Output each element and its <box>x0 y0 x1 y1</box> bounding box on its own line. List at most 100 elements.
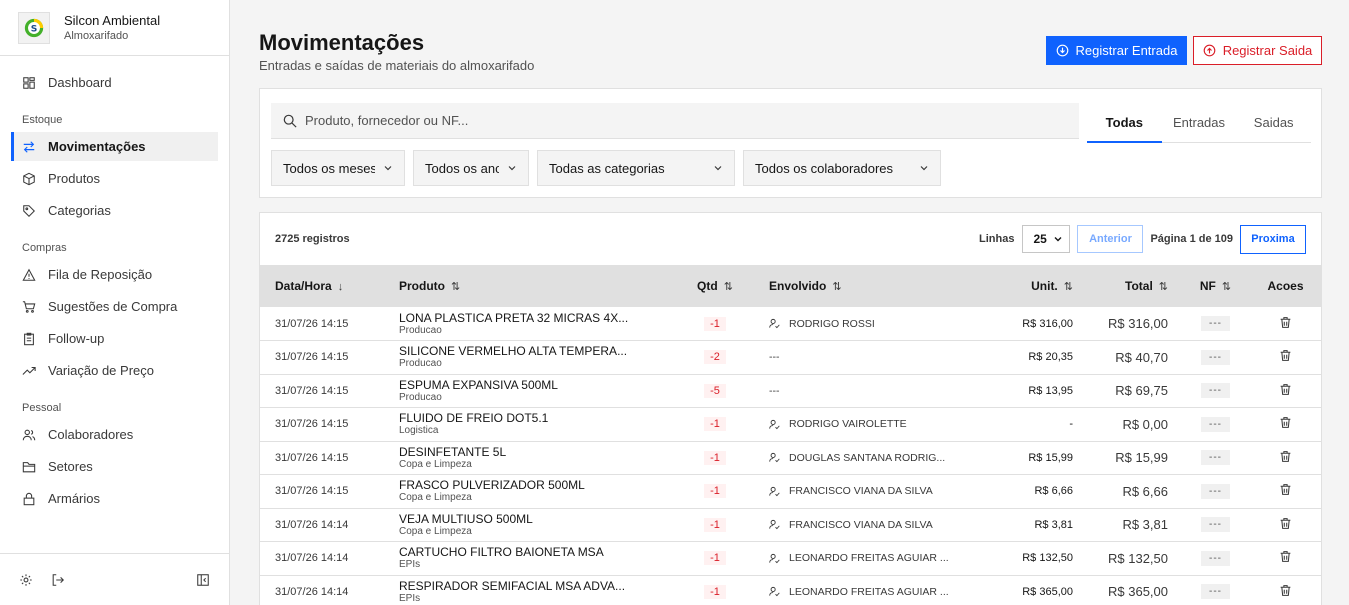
person-name: LEONARDO FREITAS AGUIAR ... <box>789 552 949 565</box>
nf-badge: --- <box>1201 450 1230 466</box>
trash-icon[interactable] <box>1279 550 1292 563</box>
sidebar-item-movimentacoes[interactable]: Movimentações <box>11 132 218 161</box>
folder-icon <box>22 460 36 474</box>
tab-saidas[interactable]: Saidas <box>1236 103 1311 142</box>
cell-nf: --- <box>1183 307 1248 341</box>
product-name: ESPUMA EXPANSIVA 500ML <box>399 377 558 392</box>
sidebar-item-produtos[interactable]: Produtos <box>11 164 218 193</box>
trash-icon[interactable] <box>1279 450 1292 463</box>
trash-icon[interactable] <box>1279 349 1292 362</box>
sidebar-item-colaboradores[interactable]: Colaboradores <box>11 420 218 449</box>
previous-page-button[interactable]: Anterior <box>1077 225 1144 253</box>
col-envolvido[interactable]: Envolvido ⇅ <box>754 265 960 307</box>
table-row: 31/07/26 14:15 FRASCO PULVERIZADOR 500ML… <box>260 474 1321 509</box>
col-acoes: Acoes <box>1248 265 1321 307</box>
cell-date: 31/07/26 14:15 <box>260 441 384 475</box>
col-total[interactable]: Total ⇅ <box>1088 265 1183 307</box>
cell-actions <box>1248 575 1321 605</box>
trash-icon[interactable] <box>1279 584 1292 597</box>
product-name: FLUIDO DE FREIO DOT5.1 <box>399 411 549 426</box>
sidebar-item-label: Categorias <box>48 203 111 218</box>
chevron-down-icon <box>714 166 722 171</box>
person-name: RODRIGO VAIROLETTE <box>789 418 907 431</box>
sidebar-item-categorias[interactable]: Categorias <box>11 196 218 225</box>
registrar-entrada-button[interactable]: Registrar Entrada <box>1046 36 1187 65</box>
logout-icon[interactable] <box>50 572 66 588</box>
cell-unit: R$ 13,95 <box>960 374 1088 408</box>
cell-qtd: -1 <box>676 307 754 341</box>
sidebar-item-follow-up[interactable]: Follow-up <box>11 324 218 353</box>
year-select[interactable]: Todos os anos <box>413 150 529 186</box>
next-page-button[interactable]: Proxima <box>1240 224 1306 254</box>
trash-icon[interactable] <box>1279 316 1292 329</box>
product-name: FRASCO PULVERIZADOR 500ML <box>399 478 585 493</box>
category-select[interactable]: Todas as categorias <box>537 150 735 186</box>
trash-icon[interactable] <box>1279 517 1292 530</box>
cell-date: 31/07/26 14:15 <box>260 307 384 341</box>
product-category: Producao <box>399 324 442 336</box>
search-icon <box>283 114 297 128</box>
cell-product: CARTUCHO FILTRO BAIONETA MSA EPIs <box>384 541 676 576</box>
collapse-icon[interactable] <box>195 572 211 588</box>
collaborator-select[interactable]: Todos os colaboradores <box>743 150 941 186</box>
month-select-value: Todos os meses <box>283 160 375 176</box>
cell-person: DOUGLAS SANTANA RODRIG... <box>754 441 960 475</box>
col-qtd[interactable]: Qtd ⇅ <box>676 265 754 307</box>
main-content: Movimentações Entradas e saídas de mater… <box>230 0 1349 605</box>
cell-unit: R$ 365,00 <box>960 575 1088 605</box>
table-row: 31/07/26 14:15 SILICONE VERMELHO ALTA TE… <box>260 340 1321 375</box>
collaborator-select-value: Todos os colaboradores <box>755 160 894 176</box>
person-name: RODRIGO ROSSI <box>789 317 875 330</box>
product-name: RESPIRADOR SEMIFACIAL MSA ADVA... <box>399 578 626 593</box>
box-icon <box>22 172 36 186</box>
cell-total: R$ 69,75 <box>1088 374 1183 408</box>
qtd-badge: -1 <box>704 316 726 331</box>
sidebar-item-label: Colaboradores <box>48 427 134 442</box>
person-name: --- <box>769 384 780 397</box>
month-select[interactable]: Todos os meses <box>271 150 405 186</box>
table-row: 31/07/26 14:15 DESINFETANTE 5L Copa e Li… <box>260 441 1321 475</box>
tab-todas[interactable]: Todas <box>1087 103 1162 143</box>
col-unit[interactable]: Unit. ⇅ <box>960 265 1088 307</box>
tab-entradas[interactable]: Entradas <box>1162 103 1237 142</box>
sidebar-footer <box>0 553 229 605</box>
chevron-down-icon <box>920 166 928 171</box>
sidebar-item-fila-reposicao[interactable]: Fila de Reposição <box>11 260 218 289</box>
sidebar-item-label: Dashboard <box>48 75 112 90</box>
table-row: 31/07/26 14:15 FLUIDO DE FREIO DOT5.1 Lo… <box>260 407 1321 442</box>
sidebar: S Silcon Ambiental Almoxarifado Dashboar… <box>0 0 230 605</box>
trash-icon[interactable] <box>1279 416 1292 429</box>
product-category: Producao <box>399 391 442 403</box>
sidebar-item-label: Armários <box>48 491 101 506</box>
trash-icon[interactable] <box>1279 383 1292 396</box>
cell-nf: --- <box>1183 474 1248 509</box>
cell-qtd: -2 <box>676 340 754 375</box>
sidebar-item-setores[interactable]: Setores <box>11 452 218 481</box>
sidebar-item-sugestoes[interactable]: Sugestões de Compra <box>11 292 218 321</box>
rows-per-page-select[interactable]: 25 <box>1022 225 1071 253</box>
sidebar-nav: Dashboard Estoque Movimentações Produtos… <box>0 56 229 513</box>
col-nf[interactable]: NF ⇅ <box>1183 265 1248 307</box>
cell-person: FRANCISCO VIANA DA SILVA <box>754 474 960 509</box>
cell-person: LEONARDO FREITAS AGUIAR ... <box>754 541 960 576</box>
user-check-icon <box>769 520 780 530</box>
brand-sub: Almoxarifado <box>64 30 129 42</box>
cell-unit: R$ 20,35 <box>960 340 1088 375</box>
registrar-saida-button[interactable]: Registrar Saida <box>1193 36 1322 65</box>
product-name: LONA PLASTICA PRETA 32 MICRAS 4X... <box>399 310 629 325</box>
cell-unit: R$ 6,66 <box>960 474 1088 509</box>
sidebar-item-armarios[interactable]: Armários <box>11 484 218 513</box>
type-tabs: Todas Entradas Saidas <box>1087 103 1311 143</box>
movements-table-card: 2725 registros Linhas 25 Anterior Página… <box>259 212 1322 605</box>
settings-icon[interactable] <box>18 572 34 588</box>
cell-date: 31/07/26 14:15 <box>260 340 384 375</box>
trash-icon[interactable] <box>1279 483 1292 496</box>
col-produto[interactable]: Produto ⇅ <box>384 265 676 307</box>
search-input[interactable] <box>305 113 1065 128</box>
sort-icon: ⇅ <box>723 281 733 293</box>
cell-qtd: -1 <box>676 541 754 576</box>
sidebar-item-variacao-preco[interactable]: Variação de Preço <box>11 356 218 385</box>
col-datahora[interactable]: Data/Hora ↓ <box>260 265 384 307</box>
sidebar-item-dashboard[interactable]: Dashboard <box>11 68 218 97</box>
cell-person: FRANCISCO VIANA DA SILVA <box>754 508 960 542</box>
